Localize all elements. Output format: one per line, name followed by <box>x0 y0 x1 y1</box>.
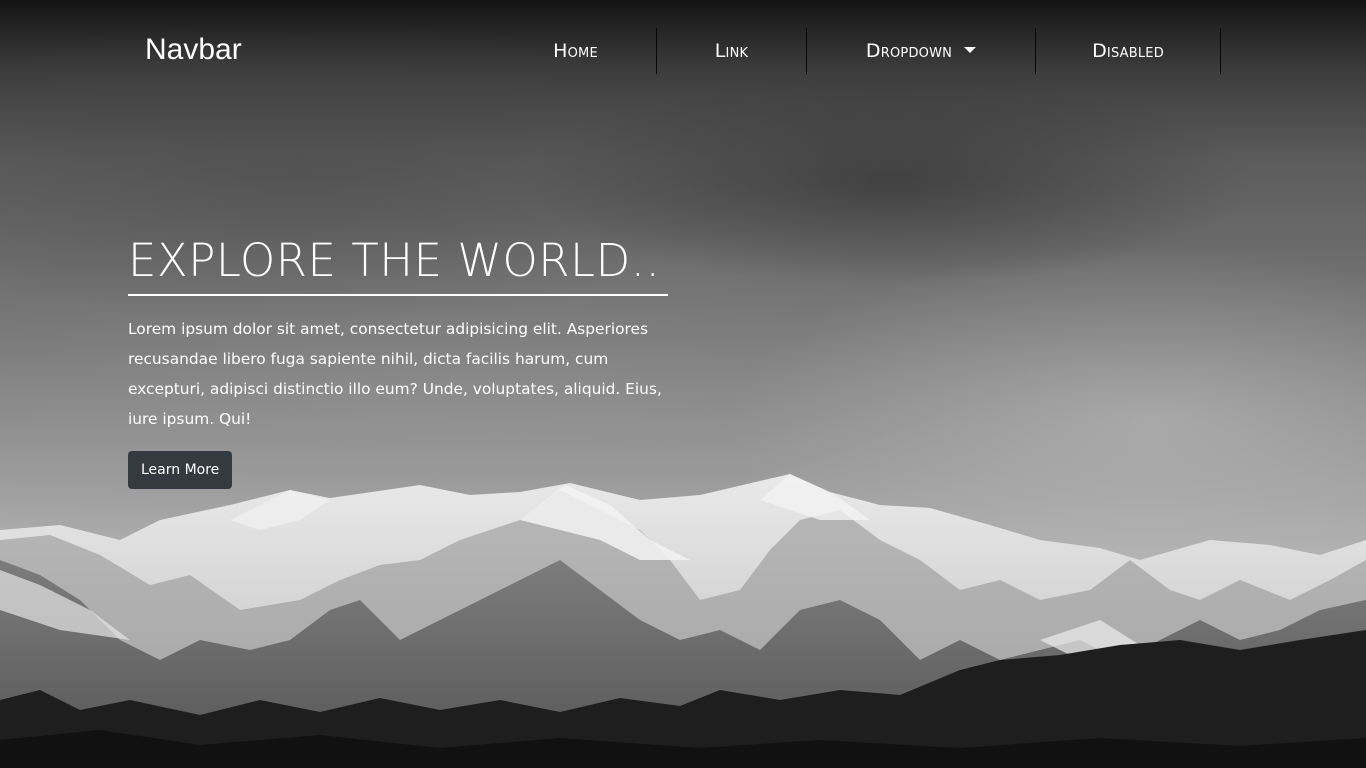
learn-more-button[interactable]: Learn More <box>128 451 233 489</box>
nav-menu: Home Link Dropdown Disabled <box>495 28 1221 74</box>
nav-item-home[interactable]: Home <box>495 28 657 74</box>
hero-content: EXPLORE THE WORLD..!!! Lorem ipsum dolor… <box>128 232 668 489</box>
hero-title: EXPLORE THE WORLD..!!! <box>128 232 668 296</box>
nav-item-link[interactable]: Link <box>657 28 807 74</box>
nav-link-dropdown[interactable]: Dropdown <box>865 40 977 62</box>
nav-item-dropdown[interactable]: Dropdown <box>807 28 1036 74</box>
dropdown-label: Dropdown <box>865 40 953 62</box>
nav-item-disabled: Disabled <box>1036 28 1221 74</box>
nav-link-home[interactable]: Home <box>553 40 598 62</box>
nav-link-disabled: Disabled <box>1092 40 1164 62</box>
caret-down-icon <box>964 46 977 53</box>
navbar: Navbar Home Link Dropdown Disabled <box>0 0 1366 100</box>
hero-description: Lorem ipsum dolor sit amet, consectetur … <box>128 320 662 428</box>
nav-link-link[interactable]: Link <box>715 40 748 62</box>
navbar-brand[interactable]: Navbar <box>145 30 242 70</box>
